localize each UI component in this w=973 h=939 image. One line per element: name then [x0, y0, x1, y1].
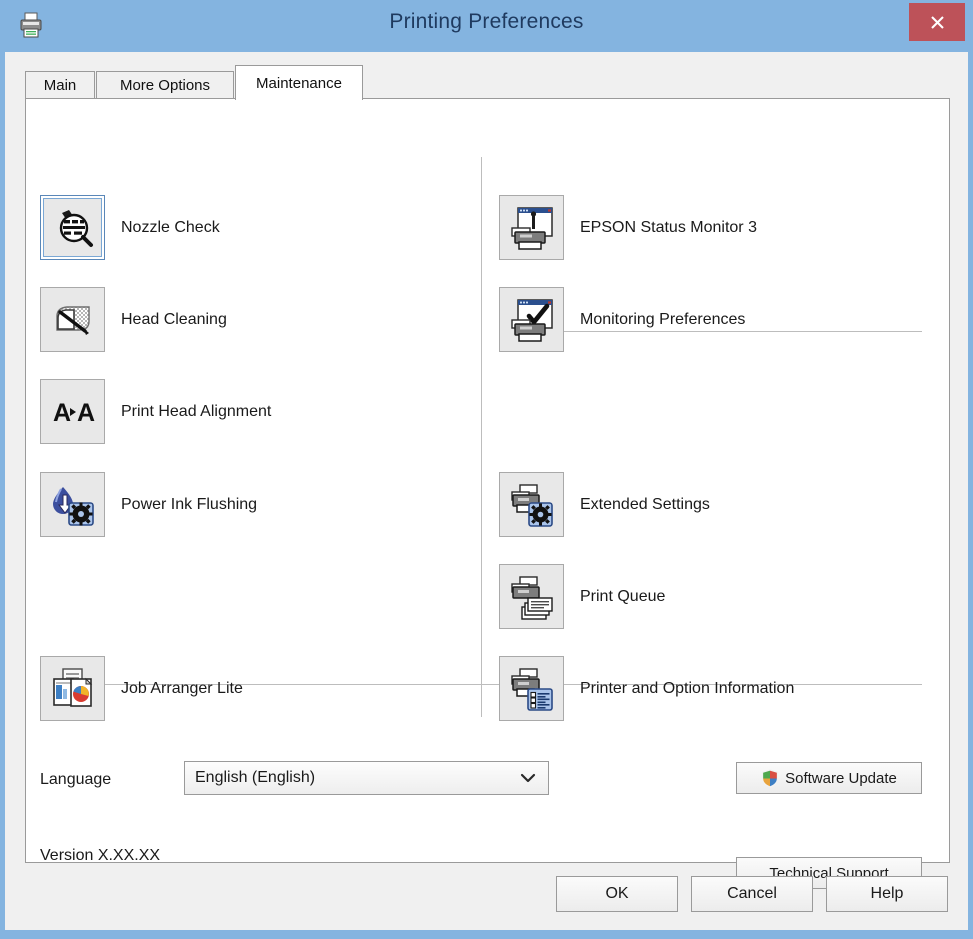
tab-maintenance[interactable]: Maintenance	[235, 65, 363, 100]
tab-more-options-label: More Options	[119, 77, 211, 94]
head-alignment-icon: A A	[53, 399, 95, 427]
printer-info-button[interactable]	[499, 656, 564, 721]
status-monitor-button[interactable]	[499, 195, 564, 260]
job-arranger-item[interactable]: Job Arranger Lite	[40, 656, 243, 721]
head-cleaning-icon	[55, 305, 90, 335]
language-select[interactable]: English (English)	[184, 761, 549, 795]
monitoring-prefs-button[interactable]	[499, 287, 564, 352]
monitoring-prefs-item[interactable]: Monitoring Preferences	[499, 287, 745, 352]
extended-settings-icon	[510, 483, 553, 527]
job-arranger-label: Job Arranger Lite	[121, 679, 243, 697]
ink-flushing-item[interactable]: Power Ink Flushing	[40, 472, 257, 537]
dialog-body: Main More Options Maintenance Nozzle Che…	[5, 52, 968, 930]
print-queue-button[interactable]	[499, 564, 564, 629]
status-monitor-label: EPSON Status Monitor 3	[580, 218, 757, 236]
printer-info-item[interactable]: Printer and Option Information	[499, 656, 794, 721]
print-queue-icon	[510, 575, 553, 620]
svg-text:A: A	[77, 399, 95, 427]
job-arranger-icon	[52, 667, 92, 707]
tab-more-options[interactable]: More Options	[96, 71, 234, 99]
chevron-down-icon	[520, 772, 536, 784]
version-text: Version X.XX.XX	[40, 847, 161, 864]
tab-main[interactable]: Main	[25, 71, 95, 99]
extended-settings-label: Extended Settings	[580, 495, 710, 513]
nozzle-check-label: Nozzle Check	[121, 218, 220, 236]
close-button[interactable]	[909, 3, 965, 41]
status-monitor-icon	[510, 206, 553, 250]
printer-info-icon	[510, 667, 553, 711]
ok-label: OK	[605, 885, 629, 902]
printer-info-label: Printer and Option Information	[580, 679, 795, 697]
window-title: Printing Preferences	[389, 10, 584, 33]
tab-main-label: Main	[43, 77, 77, 94]
nozzle-check-icon	[59, 209, 93, 247]
software-update-label: Software Update	[785, 769, 897, 787]
head-alignment-label: Print Head Alignment	[121, 402, 272, 420]
extended-settings-button[interactable]	[499, 472, 564, 537]
close-icon	[930, 15, 944, 29]
cancel-label: Cancel	[727, 885, 777, 902]
printing-preferences-window: Printing Preferences Main More Options M…	[0, 0, 973, 939]
status-monitor-item[interactable]: EPSON Status Monitor 3	[499, 195, 757, 260]
job-arranger-button[interactable]	[40, 656, 105, 721]
head-alignment-item[interactable]: A A Print Head Alignment	[40, 379, 271, 444]
head-alignment-button[interactable]: A A	[40, 379, 105, 444]
ink-flushing-icon	[52, 486, 94, 526]
tab-maintenance-label: Maintenance	[256, 74, 342, 92]
print-queue-label: Print Queue	[580, 587, 666, 605]
help-button[interactable]: Help	[826, 876, 948, 912]
title-bar: Printing Preferences	[0, 0, 973, 52]
svg-text:A: A	[53, 399, 71, 427]
maintenance-panel: Nozzle Check Head Cleaning A A Print Hea…	[25, 98, 950, 889]
language-label: Language	[40, 771, 112, 788]
software-update-button[interactable]: Software Update	[736, 762, 922, 794]
head-cleaning-item[interactable]: Head Cleaning	[40, 287, 227, 352]
ok-button[interactable]: OK	[556, 876, 678, 912]
extended-settings-item[interactable]: Extended Settings	[499, 472, 710, 537]
nozzle-check-item[interactable]: Nozzle Check	[40, 195, 220, 260]
monitoring-prefs-label: Monitoring Preferences	[580, 310, 746, 328]
language-selected-value: English (English)	[195, 769, 316, 786]
monitoring-prefs-icon	[510, 298, 553, 342]
nozzle-check-button[interactable]	[40, 195, 105, 260]
print-queue-item[interactable]: Print Queue	[499, 564, 665, 629]
ink-flushing-label: Power Ink Flushing	[121, 495, 258, 513]
head-cleaning-button[interactable]	[40, 287, 105, 352]
column-divider	[481, 157, 482, 717]
ink-flushing-button[interactable]	[40, 472, 105, 537]
head-cleaning-label: Head Cleaning	[121, 310, 227, 328]
tab-strip: Main More Options Maintenance	[25, 65, 950, 100]
shield-icon	[761, 768, 779, 788]
cancel-button[interactable]: Cancel	[691, 876, 813, 912]
help-label: Help	[870, 885, 904, 902]
